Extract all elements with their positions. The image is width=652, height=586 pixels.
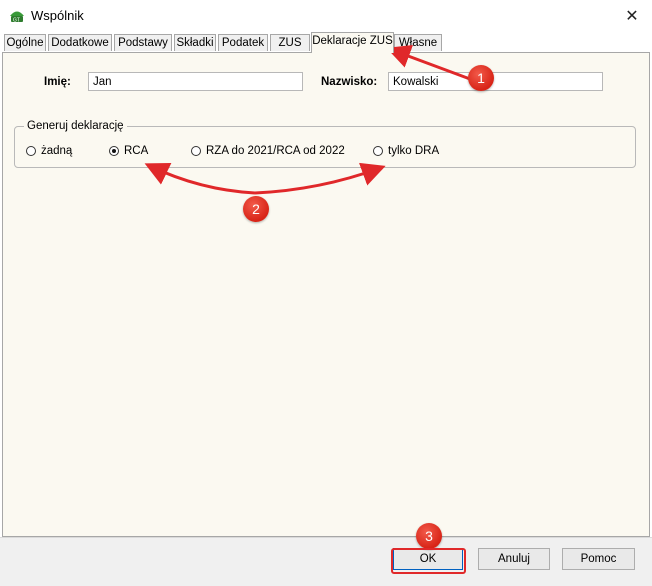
radio-unchecked-icon (373, 146, 383, 156)
last-name-field[interactable] (388, 72, 603, 91)
group-title: Generuj deklarację (24, 120, 127, 132)
radio-zadna[interactable]: żadną (26, 144, 72, 158)
tab-skladki[interactable]: Składki (174, 34, 216, 51)
radio-label: żadną (41, 145, 73, 157)
radio-label: RCA (124, 145, 149, 157)
close-button[interactable]: ✕ (612, 0, 652, 32)
radio-checked-icon (109, 146, 119, 156)
app-logo-icon: GT (10, 11, 24, 24)
first-name-label: Imię: (44, 76, 71, 88)
radio-unchecked-icon (191, 146, 201, 156)
tab-podstawy[interactable]: Podstawy (114, 34, 172, 51)
close-icon: ✕ (625, 8, 639, 25)
annotation-badge-1: 1 (468, 65, 494, 91)
annotation-badge-2: 2 (243, 196, 269, 222)
svg-text:GT: GT (13, 18, 20, 24)
radio-rca[interactable]: RCA (109, 144, 148, 158)
tab-zus[interactable]: ZUS (270, 34, 310, 51)
tab-ogolne[interactable]: Ogólne (4, 34, 46, 51)
tab-dodatkowe[interactable]: Dodatkowe (48, 34, 112, 51)
tab-deklaracje-zus[interactable]: Deklaracje ZUS (311, 32, 394, 53)
tab-podatek[interactable]: Podatek (218, 34, 268, 51)
first-name-field[interactable] (88, 72, 303, 91)
radio-label: tylko DRA (388, 145, 440, 157)
tab-strip: Ogólne Dodatkowe Podstawy Składki Podate… (0, 32, 652, 53)
cancel-button[interactable]: Anuluj (478, 548, 550, 570)
radio-tylko-dra[interactable]: tylko DRA (373, 144, 439, 158)
window-title: Wspólnik (31, 8, 84, 23)
annotation-badge-3: 3 (416, 523, 442, 549)
ok-highlight-box (391, 548, 466, 574)
radio-label: RZA do 2021/RCA od 2022 (206, 145, 345, 157)
title-bar: GT Wspólnik ✕ (0, 0, 652, 32)
tab-wlasne[interactable]: Własne (394, 34, 442, 51)
help-button[interactable]: Pomoc (562, 548, 635, 570)
button-bar (0, 537, 652, 586)
last-name-label: Nazwisko: (321, 76, 378, 88)
radio-rza-rca[interactable]: RZA do 2021/RCA od 2022 (191, 144, 345, 158)
radio-unchecked-icon (26, 146, 36, 156)
